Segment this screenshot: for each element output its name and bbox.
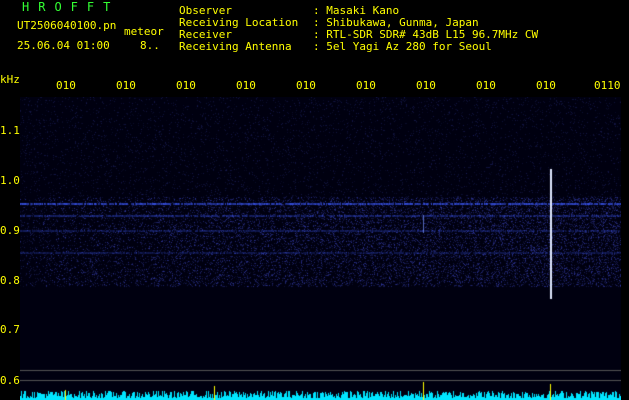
time-tick: 010 <box>236 79 256 92</box>
freq-tick: 1.1 <box>0 124 20 137</box>
time-tick: 010 <box>416 79 436 92</box>
freq-tick: 1.0 <box>0 174 20 187</box>
antenna-label: Receiving Antenna <box>179 40 292 53</box>
time-tick: 010 <box>536 79 556 92</box>
time-tick: 010 <box>296 79 316 92</box>
freq-tick: 0.8 <box>0 274 20 287</box>
time-tick: 010 <box>176 79 196 92</box>
antenna-value: : 5el Yagi Az 280 for Seoul <box>313 40 492 53</box>
time-tick: 010 <box>356 79 376 92</box>
freq-tick: 0.6 <box>0 374 20 387</box>
freq-tick: 0.9 <box>0 224 20 237</box>
header-panel: HROFFT UT2506040100.pn meteor 25.06.04 0… <box>0 0 629 72</box>
spectrogram-canvas <box>20 97 621 400</box>
mode-label: meteor <box>124 25 164 38</box>
file-name: UT2506040100.pn <box>17 19 117 32</box>
freq-tick: 0.7 <box>0 323 20 336</box>
app-logo: HROFFT <box>22 0 120 14</box>
freq-unit-label: kHz <box>0 73 20 86</box>
time-tick: 010 <box>476 79 496 92</box>
timestamp: 25.06.04 01:00 <box>17 39 110 52</box>
time-tick: 010 <box>116 79 136 92</box>
detection-count: 8.. <box>140 39 160 52</box>
time-tick: 0110 <box>594 79 621 92</box>
time-tick: 010 <box>56 79 76 92</box>
